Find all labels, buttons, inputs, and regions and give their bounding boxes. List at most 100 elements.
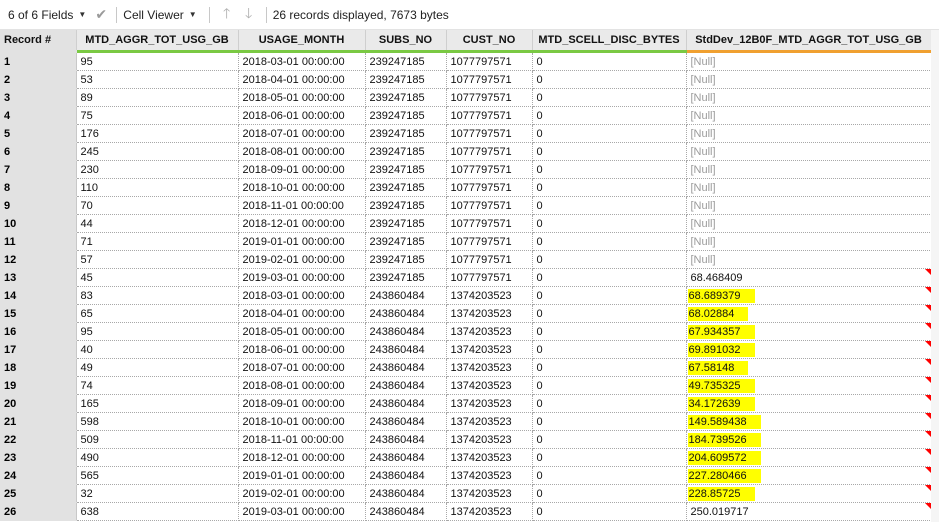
mtd-aggr-cell[interactable]: 89 <box>76 88 239 107</box>
table-row[interactable]: 16 95 2018-05-01 00:00:00 243860484 13742035… <box>0 322 932 341</box>
stddev-cell[interactable]: [Null] <box>686 51 932 71</box>
usage-month-cell[interactable]: 2019-01-01 00:00:00 <box>238 232 366 251</box>
stddev-cell[interactable]: [Null] <box>686 196 932 215</box>
table-row[interactable]: 3 89 2018-05-01 00:00:00 239247185 107779757… <box>0 88 932 107</box>
record-number-cell[interactable]: 4 <box>0 106 77 125</box>
fields-selector[interactable]: 6 of 6 Fields <box>8 8 73 22</box>
cust-no-cell[interactable]: 1374203523 <box>446 466 533 485</box>
column-header-mtd-aggr[interactable]: MTD_AGGR_TOT_USG_GB <box>76 30 239 53</box>
fields-dropdown-icon[interactable]: ▼ <box>78 10 86 19</box>
subs-no-cell[interactable]: 243860484 <box>365 412 447 431</box>
usage-month-cell[interactable]: 2018-05-01 00:00:00 <box>238 88 366 107</box>
mtd-aggr-cell[interactable]: 65 <box>76 304 239 323</box>
subs-no-cell[interactable]: 243860484 <box>365 358 447 377</box>
stddev-cell[interactable]: 49.735325 <box>686 376 932 395</box>
stddev-cell[interactable]: 228.85725 <box>686 484 932 503</box>
table-row[interactable]: 12 57 2019-02-01 00:00:00 239247185 10777975… <box>0 250 932 269</box>
cust-no-cell[interactable]: 1077797571 <box>446 142 533 161</box>
cust-no-cell[interactable]: 1374203523 <box>446 502 533 521</box>
table-row[interactable]: 18 49 2018-07-01 00:00:00 243860484 13742035… <box>0 358 932 377</box>
cust-no-cell[interactable]: 1374203523 <box>446 286 533 305</box>
cust-no-cell[interactable]: 1374203523 <box>446 376 533 395</box>
mtd-aggr-cell[interactable]: 245 <box>76 142 239 161</box>
table-row[interactable]: 21 598 2018-10-01 00:00:00 243860484 1374203… <box>0 412 932 431</box>
mtd-aggr-cell[interactable]: 32 <box>76 484 239 503</box>
scell-disc-cell[interactable]: 0 <box>532 358 687 377</box>
usage-month-cell[interactable]: 2018-11-01 00:00:00 <box>238 196 366 215</box>
mtd-aggr-cell[interactable]: 57 <box>76 250 239 269</box>
record-number-cell[interactable]: 13 <box>0 268 77 287</box>
cust-no-cell[interactable]: 1374203523 <box>446 484 533 503</box>
subs-no-cell[interactable]: 243860484 <box>365 502 447 521</box>
scell-disc-cell[interactable]: 0 <box>532 142 687 161</box>
subs-no-cell[interactable]: 243860484 <box>365 394 447 413</box>
table-row[interactable]: 22 509 2018-11-01 00:00:00 243860484 1374203… <box>0 430 932 449</box>
subs-no-cell[interactable]: 239247185 <box>365 70 447 89</box>
usage-month-cell[interactable]: 2018-08-01 00:00:00 <box>238 376 366 395</box>
mtd-aggr-cell[interactable]: 230 <box>76 160 239 179</box>
table-row[interactable]: 11 71 2019-01-01 00:00:00 239247185 10777975… <box>0 232 932 251</box>
cust-no-cell[interactable]: 1077797571 <box>446 196 533 215</box>
cust-no-cell[interactable]: 1374203523 <box>446 340 533 359</box>
mtd-aggr-cell[interactable]: 95 <box>76 322 239 341</box>
record-number-cell[interactable]: 3 <box>0 88 77 107</box>
table-row[interactable]: 25 32 2019-02-01 00:00:00 243860484 13742035… <box>0 484 932 503</box>
scell-disc-cell[interactable]: 0 <box>532 88 687 107</box>
usage-month-cell[interactable]: 2018-12-01 00:00:00 <box>238 214 366 233</box>
record-number-cell[interactable]: 10 <box>0 214 77 233</box>
record-number-cell[interactable]: 21 <box>0 412 77 431</box>
cell-viewer-selector[interactable]: Cell Viewer <box>123 8 183 22</box>
table-row[interactable]: 1 95 2018-03-01 00:00:00 239247185 107779757… <box>0 51 932 71</box>
scell-disc-cell[interactable]: 0 <box>532 430 687 449</box>
record-number-cell[interactable]: 19 <box>0 376 77 395</box>
cust-no-cell[interactable]: 1374203523 <box>446 412 533 431</box>
subs-no-cell[interactable]: 239247185 <box>365 268 447 287</box>
stddev-cell[interactable]: [Null] <box>686 124 932 143</box>
subs-no-cell[interactable]: 239247185 <box>365 106 447 125</box>
table-row[interactable]: 20 165 2018-09-01 00:00:00 243860484 1374203… <box>0 394 932 413</box>
stddev-cell[interactable]: 227.280466 <box>686 466 932 485</box>
subs-no-cell[interactable]: 239247185 <box>365 160 447 179</box>
table-row[interactable]: 23 490 2018-12-01 00:00:00 243860484 1374203… <box>0 448 932 467</box>
table-row[interactable]: 7 230 2018-09-01 00:00:00 239247185 10777975… <box>0 160 932 179</box>
scell-disc-cell[interactable]: 0 <box>532 502 687 521</box>
table-row[interactable]: 4 75 2018-06-01 00:00:00 239247185 107779757… <box>0 106 932 125</box>
usage-month-cell[interactable]: 2018-04-01 00:00:00 <box>238 70 366 89</box>
scell-disc-cell[interactable]: 0 <box>532 322 687 341</box>
record-number-cell[interactable]: 23 <box>0 448 77 467</box>
scell-disc-cell[interactable]: 0 <box>532 466 687 485</box>
usage-month-cell[interactable]: 2018-03-01 00:00:00 <box>238 286 366 305</box>
table-row[interactable]: 2 53 2018-04-01 00:00:00 239247185 107779757… <box>0 70 932 89</box>
usage-month-cell[interactable]: 2018-09-01 00:00:00 <box>238 160 366 179</box>
scell-disc-cell[interactable]: 0 <box>532 232 687 251</box>
stddev-cell[interactable]: [Null] <box>686 70 932 89</box>
record-number-cell[interactable]: 18 <box>0 358 77 377</box>
column-header-stddev[interactable]: StdDev_12B0F_MTD_AGGR_TOT_USG_GB <box>686 30 932 53</box>
cust-no-cell[interactable]: 1077797571 <box>446 214 533 233</box>
record-number-cell[interactable]: 16 <box>0 322 77 341</box>
stddev-cell[interactable]: 34.172639 <box>686 394 932 413</box>
stddev-cell[interactable]: 68.468409 <box>686 268 932 287</box>
stddev-cell[interactable]: 68.02884 <box>686 304 932 323</box>
cust-no-cell[interactable]: 1077797571 <box>446 51 533 71</box>
usage-month-cell[interactable]: 2018-03-01 00:00:00 <box>238 51 366 71</box>
record-number-cell[interactable]: 26 <box>0 502 77 521</box>
table-row[interactable]: 15 65 2018-04-01 00:00:00 243860484 13742035… <box>0 304 932 323</box>
subs-no-cell[interactable]: 243860484 <box>365 466 447 485</box>
column-header-subs-no[interactable]: SUBS_NO <box>365 30 447 53</box>
usage-month-cell[interactable]: 2018-12-01 00:00:00 <box>238 448 366 467</box>
table-row[interactable]: 17 40 2018-06-01 00:00:00 243860484 13742035… <box>0 340 932 359</box>
arrow-down-icon[interactable]: 🡓 <box>240 5 258 24</box>
table-row[interactable]: 8 110 2018-10-01 00:00:00 239247185 10777975… <box>0 178 932 197</box>
mtd-aggr-cell[interactable]: 53 <box>76 70 239 89</box>
subs-no-cell[interactable]: 239247185 <box>365 214 447 233</box>
stddev-cell[interactable]: [Null] <box>686 250 932 269</box>
record-number-cell[interactable]: 12 <box>0 250 77 269</box>
mtd-aggr-cell[interactable]: 638 <box>76 502 239 521</box>
cust-no-cell[interactable]: 1374203523 <box>446 322 533 341</box>
subs-no-cell[interactable]: 239247185 <box>365 124 447 143</box>
mtd-aggr-cell[interactable]: 83 <box>76 286 239 305</box>
record-number-cell[interactable]: 11 <box>0 232 77 251</box>
cust-no-cell[interactable]: 1077797571 <box>446 160 533 179</box>
usage-month-cell[interactable]: 2018-11-01 00:00:00 <box>238 430 366 449</box>
